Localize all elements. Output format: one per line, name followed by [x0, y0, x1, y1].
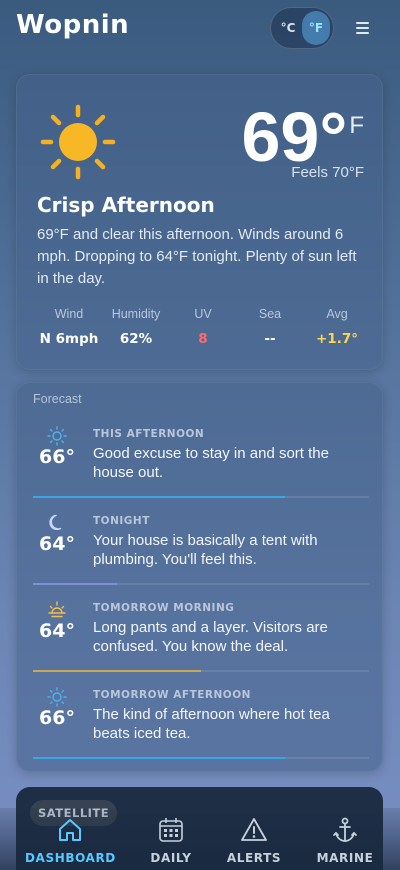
- app-logo[interactable]: Wopnin: [16, 10, 129, 40]
- forecast-temp: 64°: [39, 533, 75, 555]
- forecast-text: Long pants and a layer. Visitors are con…: [93, 619, 328, 655]
- tab-label: DASHBOARD: [25, 851, 116, 865]
- temperature-unit: F: [349, 112, 364, 139]
- forecast-period: TOMORROW MORNING: [93, 602, 235, 614]
- forecast-bar-fill: [33, 757, 285, 759]
- moon-icon: [47, 513, 67, 533]
- forecast-bar: [33, 496, 369, 498]
- unit-fahrenheit-option[interactable]: °F: [302, 11, 330, 45]
- stat-value: +1.7°: [316, 331, 358, 347]
- menu-button[interactable]: [352, 18, 374, 38]
- forecast-item[interactable]: 66° TOMORROW AFTERNOON The kind of after…: [33, 687, 369, 773]
- sunrise-icon: [47, 600, 67, 620]
- calendar-icon: [157, 816, 185, 844]
- home-icon: [56, 816, 84, 844]
- forecast-period: TONIGHT: [93, 515, 150, 527]
- stat-humidity: Humidity 62%: [103, 307, 169, 353]
- tab-dashboard[interactable]: DASHBOARD: [25, 816, 115, 870]
- forecast-temp: 66°: [39, 707, 75, 729]
- tab-alerts[interactable]: ALERTS: [209, 816, 299, 870]
- tab-marine[interactable]: MARINE: [300, 816, 390, 870]
- current-temperature: 69°F: [241, 88, 364, 175]
- menu-icon-line: [356, 27, 369, 29]
- forecast-title: Forecast: [33, 392, 82, 406]
- stat-sea: Sea --: [237, 307, 303, 353]
- stat-value: 62%: [119, 331, 153, 347]
- tab-label: DAILY: [150, 851, 192, 865]
- unit-toggle[interactable]: °C °F: [270, 7, 334, 49]
- forecast-period: TOMORROW AFTERNOON: [93, 689, 251, 701]
- condition-title: Crisp Afternoon: [37, 193, 215, 217]
- forecast-text: Your house is basically a tent with plum…: [93, 532, 318, 568]
- stat-label: Sea: [258, 307, 282, 321]
- anchor-icon: [331, 816, 359, 844]
- tab-label: MARINE: [316, 851, 374, 865]
- forecast-bar: [33, 583, 369, 585]
- app-header: Wopnin °C °F: [0, 0, 400, 56]
- stat-label: Humidity: [111, 307, 161, 321]
- stat-value: --: [264, 331, 276, 347]
- stat-avg: Avg +1.7°: [304, 307, 370, 353]
- bottom-tab-bar: DASHBOARD DAILY ALERTS MARINE: [0, 808, 400, 870]
- stat-label: UV: [194, 307, 212, 321]
- sun-icon: [47, 687, 67, 707]
- tab-daily[interactable]: DAILY: [126, 816, 216, 870]
- stat-label: Avg: [326, 307, 348, 321]
- stat-label: Wind: [54, 307, 84, 321]
- forecast-period: THIS AFTERNOON: [93, 428, 205, 440]
- forecast-bar: [33, 670, 369, 672]
- forecast-temp: 64°: [39, 620, 75, 642]
- forecast-item[interactable]: 66° THIS AFTERNOON Good excuse to stay i…: [33, 426, 369, 512]
- forecast-temp: 66°: [39, 446, 75, 468]
- forecast-text: The kind of afternoon where hot tea beat…: [93, 706, 330, 742]
- stats-row: Wind N 6mph Humidity 62% UV 8 Sea -- Avg…: [36, 307, 370, 353]
- sun-icon: [40, 104, 116, 180]
- stat-uv: UV 8: [170, 307, 236, 353]
- stat-wind: Wind N 6mph: [36, 307, 102, 353]
- tab-label: ALERTS: [226, 851, 282, 865]
- forecast-bar-fill: [33, 670, 201, 672]
- forecast-bar-fill: [33, 496, 285, 498]
- menu-icon-line: [356, 32, 369, 34]
- unit-celsius-option[interactable]: °C: [274, 11, 302, 45]
- sun-icon: [47, 426, 67, 446]
- stat-value: N 6mph: [39, 331, 99, 347]
- feels-like: Feels 70°F: [291, 164, 364, 181]
- menu-icon-line: [356, 22, 369, 24]
- forecast-item[interactable]: 64° TOMORROW MORNING Long pants and a la…: [33, 600, 369, 686]
- forecast-text: Good excuse to stay in and sort the hous…: [93, 445, 329, 481]
- forecast-bar: [33, 757, 369, 759]
- condition-description: 69°F and clear this afternoon. Winds aro…: [37, 226, 357, 287]
- forecast-bar-fill: [33, 583, 117, 585]
- forecast-item[interactable]: 64° TONIGHT Your house is basically a te…: [33, 513, 369, 599]
- alert-triangle-icon: [240, 816, 268, 844]
- stat-value: 8: [198, 331, 208, 347]
